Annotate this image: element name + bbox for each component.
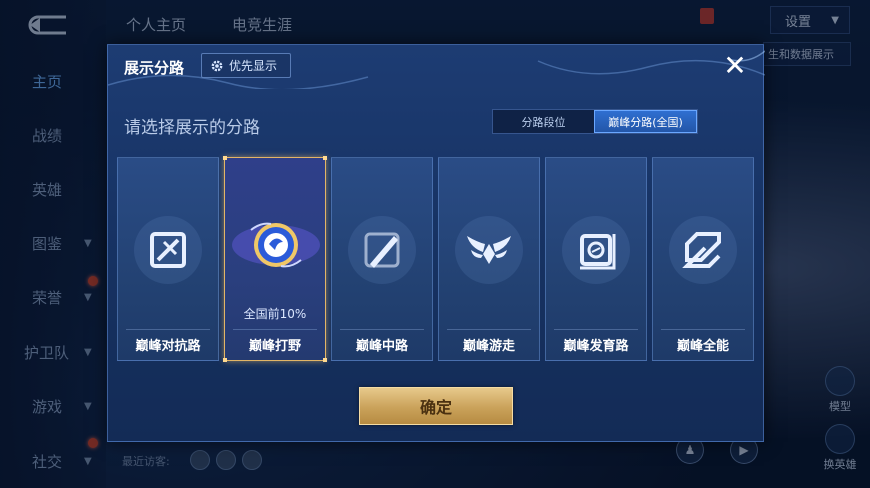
priority-display-label: 优先显示 bbox=[229, 59, 278, 73]
jungle-emblem-icon bbox=[232, 222, 320, 268]
tab-lane-rank[interactable]: 分路段位 bbox=[493, 110, 594, 133]
sword-slash-icon bbox=[134, 216, 202, 284]
lane-card-allround[interactable]: 巅峰全能 bbox=[652, 157, 754, 361]
wings-icon bbox=[455, 216, 523, 284]
card-divider bbox=[447, 329, 531, 330]
lane-name: 巅峰发育路 bbox=[563, 339, 629, 354]
card-divider bbox=[554, 329, 638, 330]
priority-display-button[interactable]: 优先显示 bbox=[201, 53, 291, 78]
all-round-icon bbox=[669, 216, 737, 284]
lane-mode-toggle: 分路段位 巅峰分路(全国) bbox=[492, 109, 698, 134]
lane-card-jungle[interactable]: 全国前10% 巅峰打野 bbox=[223, 156, 327, 362]
lane-display-dialog: 展示分路 优先显示 ✕ 请选择展示的分路 分路段位 巅峰分路(全国) 巅峰对抗路 bbox=[107, 44, 765, 442]
confirm-button[interactable]: 确定 bbox=[359, 387, 513, 425]
selection-prompt: 请选择展示的分路 bbox=[124, 118, 260, 138]
lane-card-top[interactable]: 巅峰对抗路 bbox=[117, 157, 219, 361]
lane-card-mid[interactable]: 巅峰中路 bbox=[331, 157, 433, 361]
corner-ornament bbox=[323, 156, 327, 160]
close-icon[interactable]: ✕ bbox=[720, 51, 750, 81]
mid-lane-icon bbox=[348, 216, 416, 284]
lane-name: 巅峰中路 bbox=[355, 339, 408, 354]
gear-icon bbox=[211, 60, 223, 71]
dialog-title: 展示分路 bbox=[124, 59, 185, 77]
lane-name: 巅峰打野 bbox=[248, 339, 301, 354]
card-divider bbox=[126, 329, 210, 330]
card-divider bbox=[340, 329, 424, 330]
national-rank: 全国前10% bbox=[243, 307, 307, 321]
farm-lane-icon bbox=[562, 216, 630, 284]
card-divider bbox=[233, 329, 317, 330]
corner-ornament bbox=[223, 156, 227, 160]
lane-card-support[interactable]: 巅峰游走 bbox=[438, 157, 540, 361]
lane-name: 巅峰对抗路 bbox=[135, 339, 201, 354]
lane-card-farm[interactable]: 巅峰发育路 bbox=[545, 157, 647, 361]
card-divider bbox=[661, 329, 745, 330]
lane-name: 巅峰全能 bbox=[676, 339, 729, 354]
corner-ornament bbox=[323, 358, 327, 362]
lane-name: 巅峰游走 bbox=[462, 339, 515, 354]
corner-ornament bbox=[223, 358, 227, 362]
tab-peak-lane-national[interactable]: 巅峰分路(全国) bbox=[594, 110, 697, 133]
